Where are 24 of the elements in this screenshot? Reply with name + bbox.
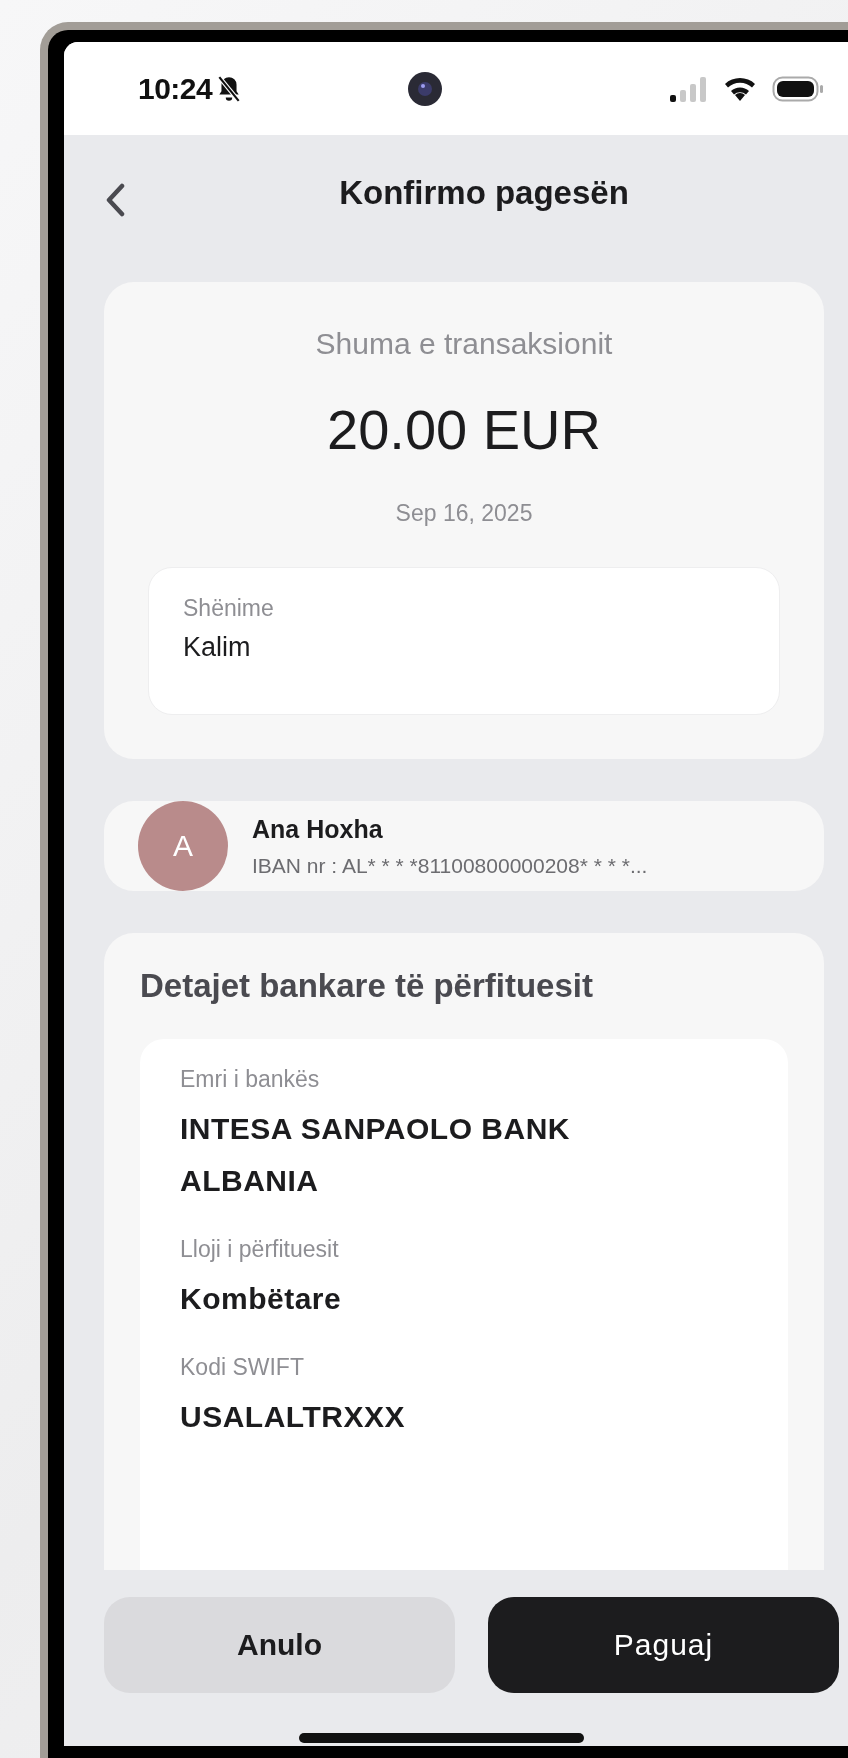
detail-label: Kodi SWIFT [180,1353,305,1382]
chevron-left-icon [104,183,126,217]
note-value: Kalim [183,632,252,663]
detail-value: INTESA SANPAOLO BANK ALBANIA [180,1111,571,1199]
amount-label: Shuma e transaksionit [315,326,613,362]
section-title: Detajet bankare të përfituesit [140,966,594,1006]
note-label: Shënime [183,594,275,623]
amount-value: 20.00 EUR [327,398,601,462]
battery-icon [772,74,824,103]
avatar-initial: A [138,801,228,891]
detail-value: Kombëtare [180,1281,343,1317]
camera-icon [407,70,444,107]
detail-label: Emri i bankës [180,1065,321,1094]
muted-bell-icon [216,74,243,103]
screen-title: Konfirmo pagesën [339,173,629,212]
transaction-date: Sep 16, 2025 [395,500,533,527]
recipient-name: Ana Hoxha [252,814,384,844]
signal-icon [668,74,708,103]
detail-label: Lloji i përfituesit [180,1235,340,1264]
pay-button[interactable]: Paguaj [488,1597,839,1693]
cancel-button[interactable]: Anulo [104,1597,455,1693]
iban-text: IBAN nr : AL* * * *81100800000208* * * *... [252,853,648,878]
detail-value: USALALTRXXX [180,1399,406,1435]
status-time: 10:24 [138,71,213,106]
